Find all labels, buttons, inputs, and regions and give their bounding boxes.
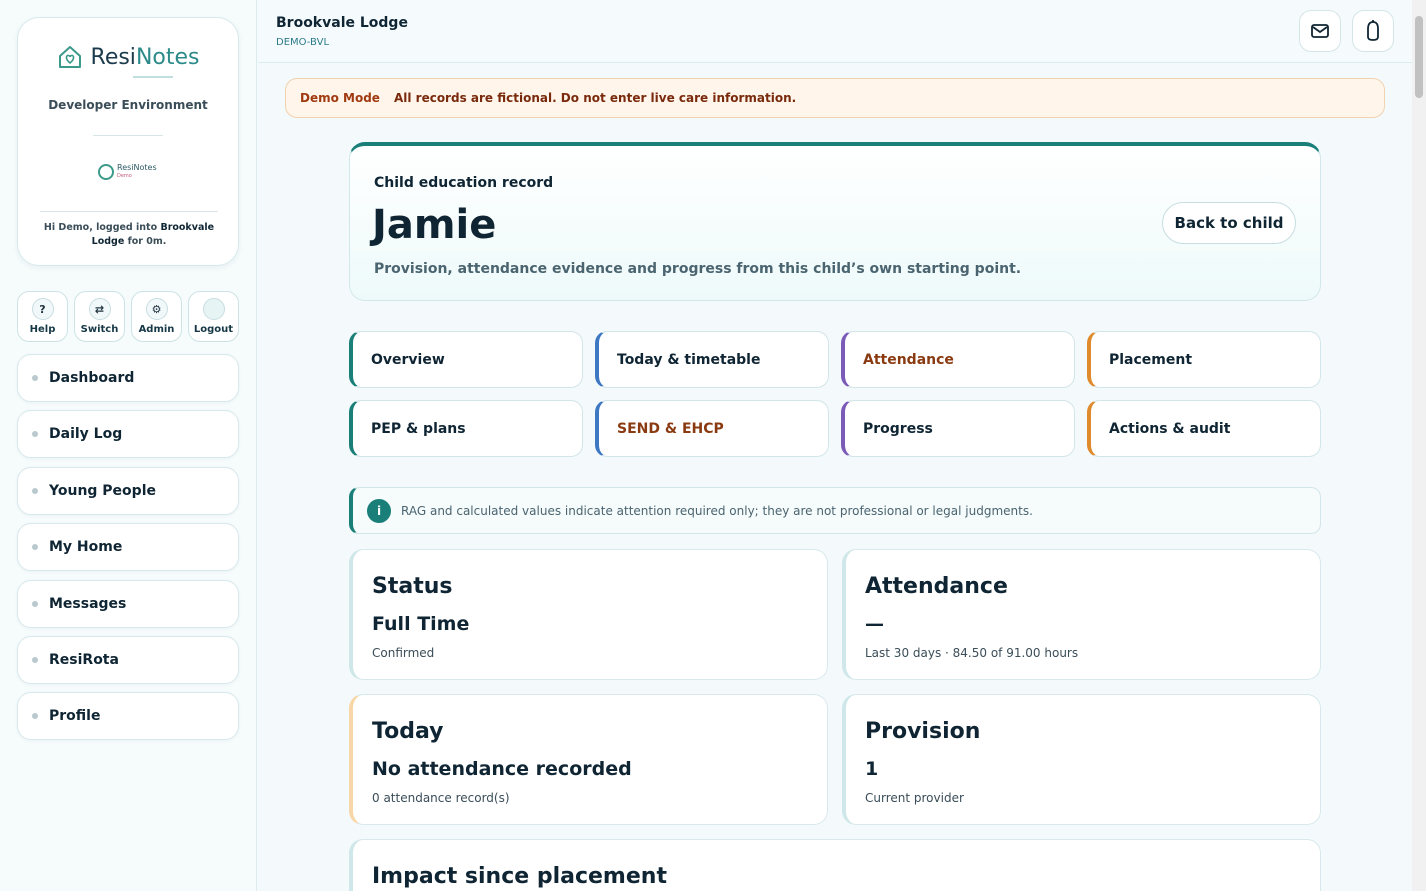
tab-placement[interactable]: Placement <box>1087 331 1321 388</box>
provision-card: Provision 1 Current provider <box>842 694 1321 825</box>
record-subtitle: Provision, attendance evidence and progr… <box>374 261 1022 277</box>
switch-icon: ⇄ <box>88 298 111 320</box>
page-scrollbar[interactable] <box>1412 0 1426 891</box>
bullet-icon <box>32 601 38 607</box>
today-card: Today No attendance recorded 0 attendanc… <box>349 694 828 825</box>
card-title: Status <box>372 574 453 599</box>
card-subtext: Last 30 days · 84.50 of 91.00 hours <box>865 646 1079 660</box>
home-name: Brookvale Lodge <box>276 15 408 31</box>
bullet-icon <box>32 713 38 719</box>
card-title: Provision <box>865 719 981 744</box>
demo-mode-banner: Demo Mode All records are fictional. Do … <box>285 78 1385 118</box>
tab-actions-audit[interactable]: Actions & audit <box>1087 400 1321 457</box>
home-code: DEMO-BVL <box>276 37 330 48</box>
house-heart-icon <box>58 46 81 68</box>
card-subtext: Current provider <box>865 791 964 805</box>
logo-text-part2: Notes <box>135 44 200 70</box>
sidebar-item-resirota[interactable]: ResiRota <box>17 636 239 684</box>
logo-text-part1: Resi <box>90 44 136 70</box>
sidebar-item-daily-log[interactable]: Daily Log <box>17 410 239 458</box>
sidebar: ResiNotes Developer Environment ResiNote… <box>0 0 257 891</box>
session-greeting: Hi Demo, logged into Brookvale Lodge for… <box>43 222 215 247</box>
home-logo: ResiNotes Demo <box>98 163 157 181</box>
tab-send-ehcp[interactable]: SEND & EHCP <box>595 400 829 457</box>
bullet-icon <box>32 657 38 663</box>
logo-underline <box>133 76 173 78</box>
child-name: Jamie <box>372 202 497 248</box>
quick-actions: ? Help ⇄ Switch ⚙ Admin Logout <box>17 291 239 342</box>
sidebar-item-dashboard[interactable]: Dashboard <box>17 354 239 402</box>
top-header: Brookvale Lodge DEMO-BVL <box>258 0 1412 63</box>
home-logo-text: ResiNotes <box>117 163 157 172</box>
card-value: Full Time <box>372 613 470 635</box>
card-value: — <box>865 613 884 635</box>
admin-button[interactable]: ⚙ Admin <box>131 291 182 342</box>
demo-mode-label: Demo Mode <box>300 91 380 105</box>
record-kicker: Child education record <box>374 175 554 191</box>
tab-pep-plans[interactable]: PEP & plans <box>349 400 583 457</box>
bullet-icon <box>32 431 38 437</box>
card-subtext: Confirmed <box>372 646 435 660</box>
card-value: 1 <box>865 758 879 780</box>
sidebar-item-messages[interactable]: Messages <box>17 580 239 628</box>
tab-today-timetable[interactable]: Today & timetable <box>595 331 829 388</box>
divider <box>93 135 163 136</box>
switch-button[interactable]: ⇄ Switch <box>74 291 125 342</box>
app-logo[interactable]: ResiNotes <box>18 44 238 70</box>
logout-icon <box>202 298 225 320</box>
home-logo-sub: Demo <box>117 173 132 179</box>
sidebar-item-profile[interactable]: Profile <box>17 692 239 740</box>
tab-overview[interactable]: Overview <box>349 331 583 388</box>
tab-progress[interactable]: Progress <box>841 400 1075 457</box>
status-card: Status Full Time Confirmed <box>349 549 828 680</box>
info-icon: i <box>367 498 391 523</box>
environment-label: Developer Environment <box>48 98 208 112</box>
child-record-hero: Child education record Jamie Provision, … <box>349 142 1321 301</box>
notifications-button[interactable] <box>1352 10 1394 52</box>
gear-icon: ⚙ <box>145 298 168 320</box>
messages-button[interactable] <box>1299 10 1341 52</box>
divider <box>40 211 218 212</box>
card-subtext: 0 attendance record(s) <box>372 791 510 805</box>
card-title: Today <box>372 719 444 744</box>
help-icon: ? <box>31 298 54 320</box>
impact-card: Impact since placement <box>349 839 1321 891</box>
card-value: No attendance recorded <box>372 758 632 780</box>
card-title: Attendance <box>865 574 1008 599</box>
scrollbar-thumb[interactable] <box>1415 16 1423 98</box>
rag-disclaimer-text: RAG and calculated values indicate atten… <box>401 503 1033 518</box>
mail-icon <box>1311 24 1329 38</box>
rag-disclaimer: i RAG and calculated values indicate att… <box>349 487 1321 534</box>
home-logo-icon <box>98 164 114 180</box>
bullet-icon <box>32 375 38 381</box>
help-button[interactable]: ? Help <box>17 291 68 342</box>
logout-button[interactable]: Logout <box>188 291 239 342</box>
bullet-icon <box>32 488 38 494</box>
card-title: Impact since placement <box>372 864 667 889</box>
brand-card: ResiNotes Developer Environment ResiNote… <box>17 17 239 266</box>
sidebar-item-young-people[interactable]: Young People <box>17 467 239 515</box>
attendance-card: Attendance — Last 30 days · 84.50 of 91.… <box>842 549 1321 680</box>
demo-mode-text: All records are fictional. Do not enter … <box>393 91 797 105</box>
bullet-icon <box>32 544 38 550</box>
back-to-child-button[interactable]: Back to child <box>1162 202 1296 244</box>
bell-icon <box>1367 20 1379 41</box>
sidebar-item-my-home[interactable]: My Home <box>17 523 239 571</box>
tab-attendance[interactable]: Attendance <box>841 331 1075 388</box>
